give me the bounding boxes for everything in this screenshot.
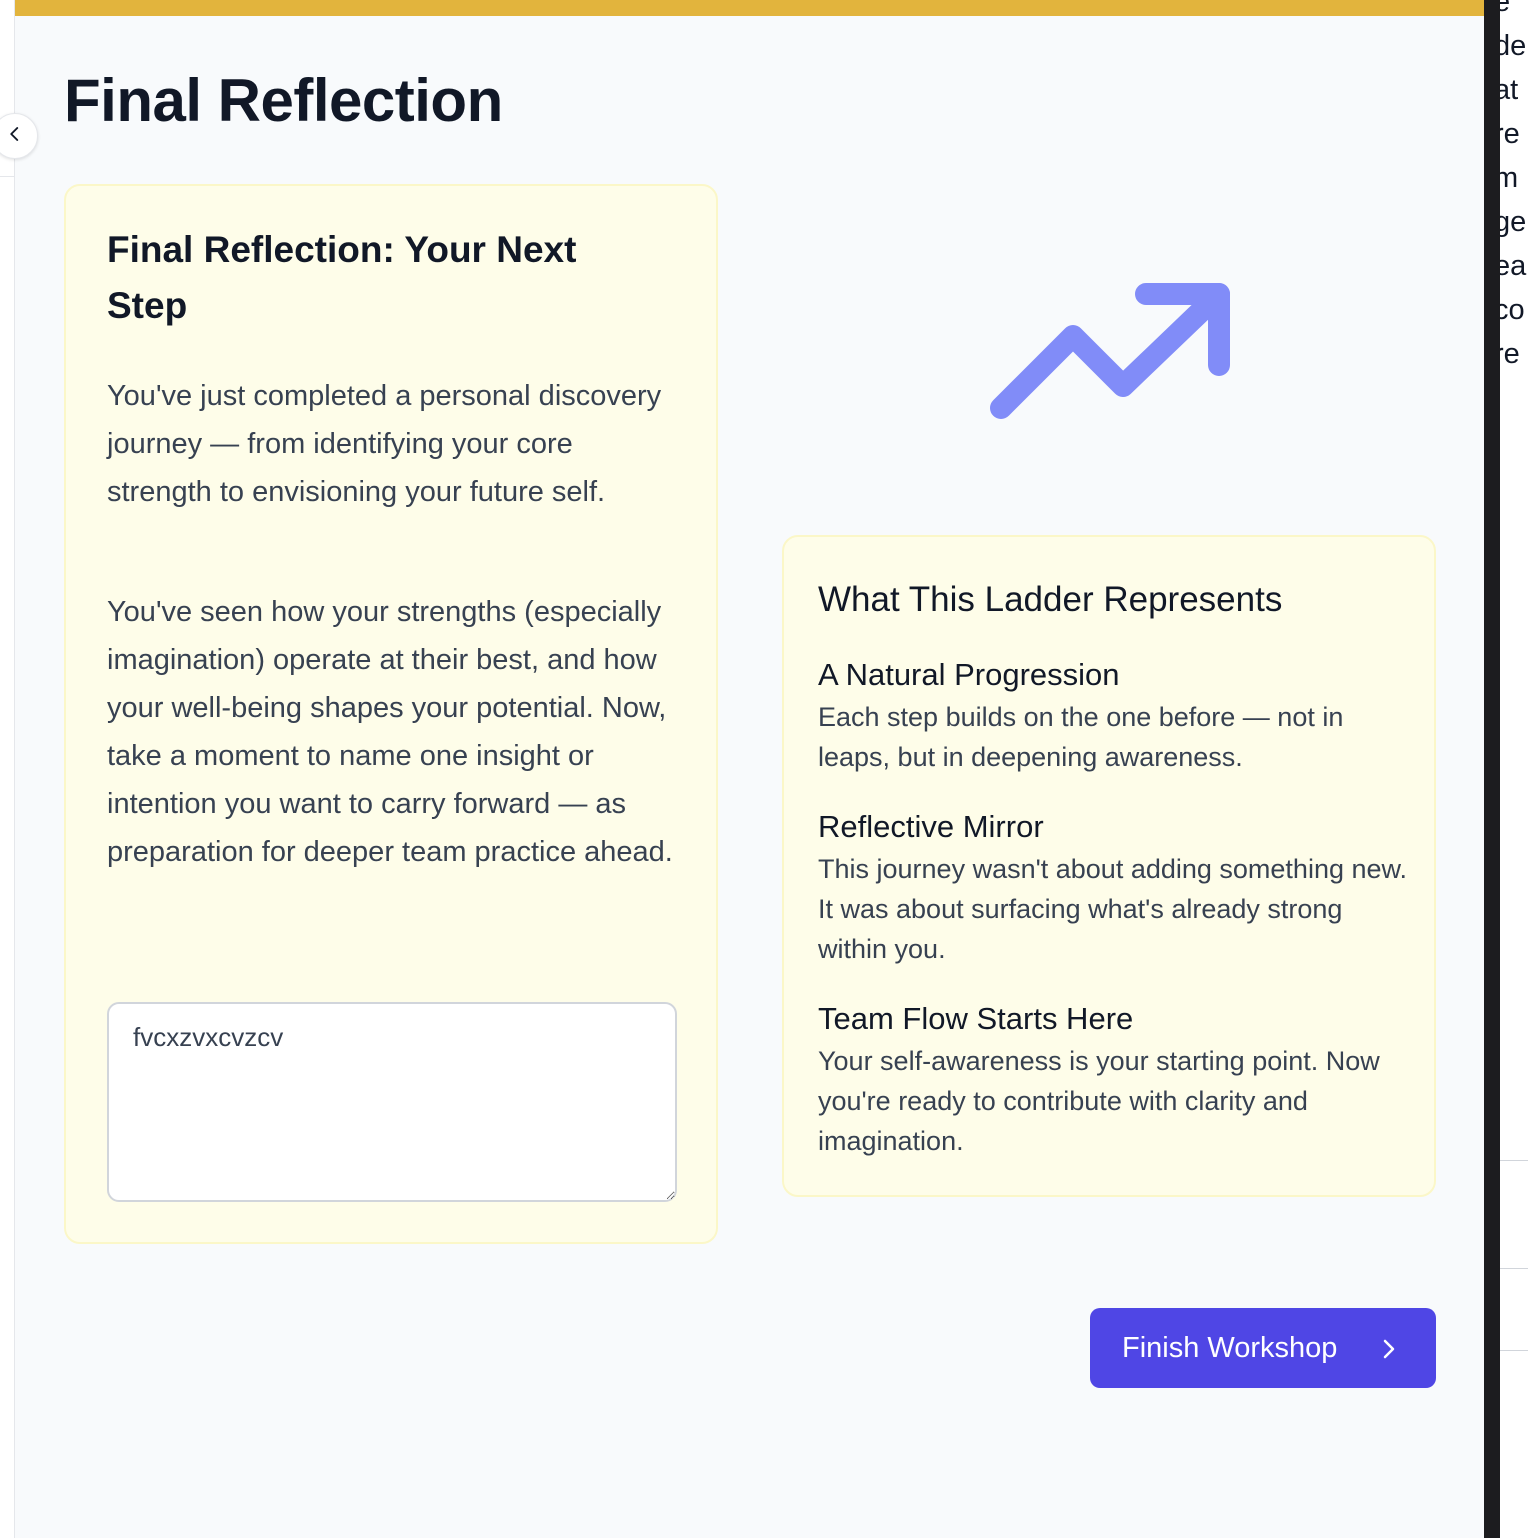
finish-workshop-button[interactable]: Finish Workshop bbox=[1090, 1308, 1436, 1388]
app-window: Final Reflection Final Reflection: Your … bbox=[0, 0, 1528, 1538]
chevron-right-icon bbox=[1378, 1336, 1400, 1369]
adjacent-text-fragment: de bbox=[1500, 30, 1527, 62]
finish-workshop-label: Finish Workshop bbox=[1122, 1331, 1338, 1364]
ladder-item-body: This journey wasn't about adding somethi… bbox=[818, 854, 1408, 964]
reflection-paragraph-2: You've seen how your strengths (especial… bbox=[107, 596, 673, 868]
adjacent-text-fragment: co bbox=[1500, 294, 1525, 326]
ladder-item: Team Flow Starts Here Your self-awarenes… bbox=[818, 997, 1408, 1161]
ladder-item-body: Each step builds on the one before — not… bbox=[818, 702, 1344, 772]
ladder-item: Reflective Mirror This journey wasn't ab… bbox=[818, 805, 1408, 969]
main-content: Final Reflection Final Reflection: Your … bbox=[15, 0, 1484, 1538]
ladder-heading: What This Ladder Represents bbox=[818, 580, 1283, 619]
ladder-item-title: A Natural Progression bbox=[818, 657, 1120, 692]
reflection-heading: Final Reflection: Your Next Step bbox=[107, 229, 577, 326]
adjacent-text-fragment: m bbox=[1500, 162, 1519, 194]
accent-top-bar bbox=[15, 0, 1484, 16]
adjacent-divider bbox=[1500, 1160, 1528, 1161]
left-panel-edge bbox=[0, 0, 15, 1538]
adjacent-text-fragment: re bbox=[1500, 118, 1520, 150]
reflection-paragraph-1: You've just completed a personal discove… bbox=[107, 380, 662, 508]
adjacent-text-fragment: ge bbox=[1500, 206, 1527, 238]
ladder-card: What This Ladder Represents A Natural Pr… bbox=[782, 535, 1436, 1197]
adjacent-text-fragment: ea bbox=[1500, 250, 1527, 282]
ladder-item-title: Team Flow Starts Here bbox=[818, 1001, 1134, 1036]
left-panel-divider bbox=[0, 176, 14, 177]
adjacent-divider bbox=[1500, 1350, 1528, 1351]
adjacent-text-fragment: re bbox=[1500, 338, 1520, 370]
adjacent-divider bbox=[1500, 1268, 1528, 1269]
page-title: Final Reflection bbox=[64, 67, 503, 134]
reflection-textarea[interactable]: fvcxzvxcvzcv bbox=[107, 1002, 677, 1202]
ladder-item-title: Reflective Mirror bbox=[818, 809, 1044, 844]
window-divider bbox=[1484, 0, 1500, 1538]
ladder-item: A Natural Progression Each step builds o… bbox=[818, 653, 1408, 777]
trending-up-icon bbox=[983, 280, 1253, 440]
adjacent-text-fragment: e bbox=[1500, 0, 1511, 18]
ladder-item-body: Your self-awareness is your starting poi… bbox=[818, 1046, 1380, 1156]
adjacent-panel-edge: e de at re m ge ea co re bbox=[1500, 0, 1528, 1538]
reflection-card: Final Reflection: Your Next Step You've … bbox=[64, 184, 718, 1244]
adjacent-text-fragment: at bbox=[1500, 74, 1519, 106]
chevron-left-icon bbox=[6, 125, 24, 148]
